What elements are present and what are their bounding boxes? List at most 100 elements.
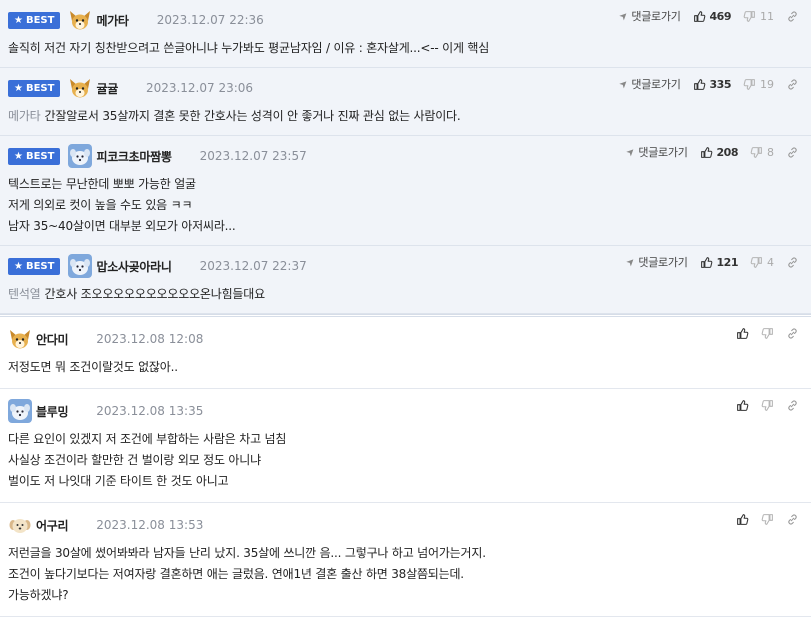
thumbs-down-icon xyxy=(750,146,763,159)
thumbs-up-icon xyxy=(736,327,749,340)
downvote-button[interactable] xyxy=(761,399,774,412)
avatar[interactable] xyxy=(68,144,93,168)
comment-text: 저정도면 뭐 조건이랄것도 없잖아.. xyxy=(8,360,178,374)
avatar[interactable] xyxy=(8,513,32,537)
downvote-button[interactable]: 4 xyxy=(750,256,774,269)
comment-line: 메가타 간잘알로서 35살까지 결혼 못한 간호사는 성격이 안 좋거나 진짜 관… xyxy=(8,106,803,127)
best-label: BEST xyxy=(25,82,55,94)
comment: 안다미 2023.12.08 12:08 저정도면 뭐 조건이랄것도 없잖아.. xyxy=(0,317,811,389)
comment-body: 저정도면 뭐 조건이랄것도 없잖아.. xyxy=(8,357,803,378)
comment-actions: ➤ 댓글로가기 469 11 xyxy=(617,8,799,24)
thumbs-down-icon xyxy=(743,10,756,23)
comment-text: 간잘알로서 35살까지 결혼 못한 간호사는 성격이 안 좋거나 진짜 관심 없… xyxy=(44,109,461,123)
share-link-button[interactable] xyxy=(786,256,799,269)
comment-date: 2023.12.07 22:36 xyxy=(156,13,264,27)
comment-line: 저게 의외로 컷이 높을 수도 있음 ㅋㅋ xyxy=(8,195,803,216)
best-comment: ➤ 댓글로가기 121 4 ★ BEST 맙소사곶아라니 2023.12.07 22:37 텐석… xyxy=(0,246,811,314)
avatar[interactable] xyxy=(68,8,92,32)
upvote-button[interactable] xyxy=(736,399,749,412)
comment-actions: ➤ 댓글로가기 208 8 xyxy=(625,144,799,160)
share-link-button[interactable] xyxy=(786,10,799,23)
author-nickname[interactable]: 블루밍 xyxy=(36,403,69,420)
downvote-button[interactable]: 19 xyxy=(743,78,774,91)
avatar[interactable] xyxy=(8,399,32,423)
comment-text: 저런글을 30살에 썼어봐봐라 남자들 난리 났지. 35살에 쓰니깐 음...… xyxy=(8,546,486,560)
reply-goto-button[interactable]: ➤ 댓글로가기 xyxy=(624,254,688,270)
thumbs-down-icon xyxy=(761,399,774,412)
downvote-button[interactable] xyxy=(761,513,774,526)
upvote-button[interactable]: 335 xyxy=(693,77,732,91)
comment: 블루밍 2023.12.08 13:35 다른 요인이 있겠지 저 조건에 부합하는… xyxy=(0,389,811,503)
author-nickname[interactable]: 메가타 xyxy=(96,12,129,29)
share-link-button[interactable] xyxy=(786,78,799,91)
best-comment: ➤ 댓글로가기 335 19 ★ BEST 귤귤 2023.12.07 23:06 메가타 간잘알… xyxy=(0,68,811,136)
best-badge: ★ BEST xyxy=(8,79,61,97)
avatar[interactable] xyxy=(8,327,32,351)
comment-text: 사실상 조건이라 할만한 건 벌이랑 외모 정도 아니냐 xyxy=(8,453,261,467)
comment-body: 텍스트로는 무난한데 뽀뽀 가능한 얼굴 저게 의외로 컷이 높을 수도 있음 ㅋ… xyxy=(8,174,803,237)
link-icon xyxy=(786,256,799,269)
share-link-button[interactable] xyxy=(786,399,799,412)
reply-target-nickname[interactable]: 텐석열 xyxy=(8,287,41,301)
comment-date: 2023.12.08 12:08 xyxy=(96,332,204,346)
author-nickname[interactable]: 안다미 xyxy=(36,331,69,348)
share-link-button[interactable] xyxy=(786,513,799,526)
reply-arrow-icon: ➤ xyxy=(624,255,639,269)
best-badge: ★ BEST xyxy=(8,11,61,29)
author-nickname[interactable]: 귤귤 xyxy=(96,80,118,97)
reply-goto-button[interactable]: ➤ 댓글로가기 xyxy=(617,76,681,92)
thumbs-up-icon xyxy=(700,256,713,269)
reply-goto-button[interactable]: ➤ 댓글로가기 xyxy=(617,8,681,24)
thumbs-down-icon xyxy=(761,513,774,526)
reply-arrow-icon: ➤ xyxy=(617,77,632,91)
upvote-button[interactable]: 208 xyxy=(700,146,739,159)
downvote-button[interactable]: 11 xyxy=(743,10,774,23)
downvote-button[interactable]: 8 xyxy=(750,146,774,159)
comment-text: 가능하겠냐? xyxy=(8,588,69,602)
thumbs-down-icon xyxy=(761,327,774,340)
author-nickname[interactable]: 맙소사곶아라니 xyxy=(96,258,171,275)
downvote-count: 11 xyxy=(760,9,774,23)
reply-goto-button[interactable]: ➤ 댓글로가기 xyxy=(625,144,688,160)
downvote-count: 4 xyxy=(767,255,774,269)
upvote-count: 335 xyxy=(709,77,732,91)
comment-text: 간호사 조오오오오오오오오오오온나힘들대요 xyxy=(44,287,266,301)
downvote-count: 8 xyxy=(767,145,774,159)
reply-target-nickname[interactable]: 메가타 xyxy=(8,109,41,123)
link-icon xyxy=(786,146,799,159)
comment-date: 2023.12.07 23:57 xyxy=(199,149,307,163)
comment-line: 가능하겠냐? xyxy=(8,585,803,606)
link-icon xyxy=(786,513,799,526)
star-icon: ★ xyxy=(14,82,23,94)
comment-date: 2023.12.08 13:35 xyxy=(96,404,204,418)
upvote-button[interactable]: 469 xyxy=(693,10,732,23)
best-badge: ★ BEST xyxy=(8,147,61,165)
reply-arrow-icon: ➤ xyxy=(617,9,632,23)
link-icon xyxy=(786,10,799,23)
comment-line: 조건이 높다기보다는 저여자랑 결혼하면 애는 글렀음. 연애1년 결혼 출산 … xyxy=(8,564,803,585)
link-icon xyxy=(786,327,799,340)
share-link-button[interactable] xyxy=(786,146,799,159)
author-nickname[interactable]: 어구리 xyxy=(36,517,69,534)
thumbs-up-icon xyxy=(693,10,706,23)
best-label: BEST xyxy=(25,14,55,26)
comment-actions xyxy=(736,399,799,412)
avatar[interactable] xyxy=(68,254,93,278)
comment-actions xyxy=(736,327,799,340)
downvote-count: 19 xyxy=(760,77,774,91)
avatar[interactable] xyxy=(68,76,92,100)
star-icon: ★ xyxy=(14,150,23,162)
upvote-button[interactable] xyxy=(736,513,749,526)
share-link-button[interactable] xyxy=(786,327,799,340)
comment-line: 솔직히 저건 자기 칭찬받으려고 쓴글아니냐 누가봐도 평균남자임 / 이유 :… xyxy=(8,38,803,59)
comment-text: 저게 의외로 컷이 높을 수도 있음 ㅋㅋ xyxy=(8,198,193,212)
comment-line: 벌이도 저 나잇대 기준 타이트 한 것도 아니고 xyxy=(8,471,803,492)
comment-line: 텐석열 간호사 조오오오오오오오오오오온나힘들대요 xyxy=(8,284,803,305)
thumbs-up-icon xyxy=(700,146,713,159)
author-nickname[interactable]: 피코크초마짬뽕 xyxy=(96,148,171,165)
upvote-button[interactable] xyxy=(736,327,749,340)
comment-line: 사실상 조건이라 할만한 건 벌이랑 외모 정도 아니냐 xyxy=(8,450,803,471)
downvote-button[interactable] xyxy=(761,327,774,340)
link-icon xyxy=(786,78,799,91)
upvote-button[interactable]: 121 xyxy=(700,256,739,269)
